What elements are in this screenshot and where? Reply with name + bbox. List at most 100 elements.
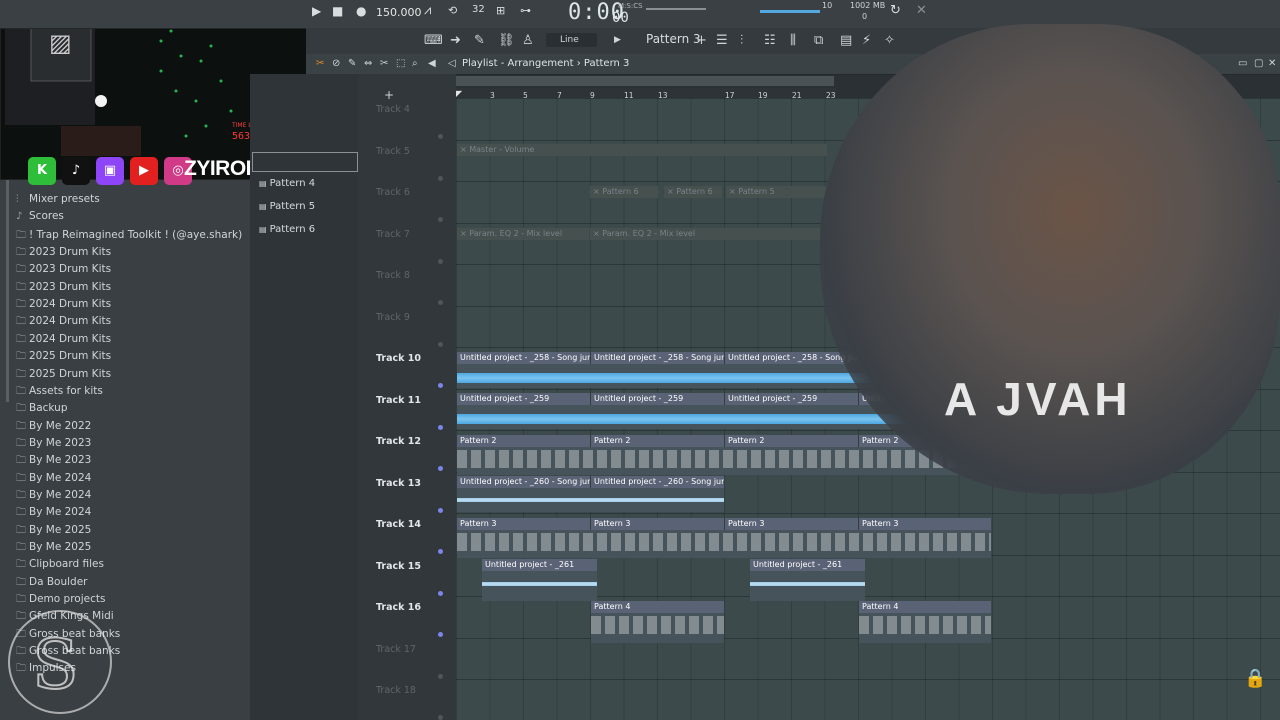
browser-item[interactable]: 🗀 Backup xyxy=(16,401,68,418)
browser-item[interactable]: 🗀 By Me 2022 xyxy=(16,419,91,436)
clip-title[interactable]: Untitled project - _258 - Song jump xyxy=(591,352,724,364)
speaker-icon[interactable]: ◀ xyxy=(428,58,436,69)
paint-tool-icon[interactable]: ✎ xyxy=(348,58,356,69)
clip-title[interactable]: Untitled project - _261 xyxy=(750,559,865,571)
browser-item[interactable]: 🗀 By Me 2023 xyxy=(16,436,91,453)
track-label[interactable]: Track 7 xyxy=(376,229,410,240)
track-mute-dot[interactable] xyxy=(438,424,443,430)
clip-title[interactable]: Untitled project - _260 - Song jump xyxy=(591,476,724,488)
browser-item[interactable]: ⫶ Mixer presets xyxy=(16,193,100,205)
clip-title[interactable]: Pattern 3 xyxy=(457,518,590,530)
browser-item[interactable]: 🗀 By Me 2025 xyxy=(16,523,91,540)
browser-scrollbar[interactable] xyxy=(6,176,9,402)
link-icon[interactable]: ⛓ xyxy=(498,33,515,48)
wrench-icon[interactable]: ✧ xyxy=(884,33,895,48)
kick-icon[interactable]: K xyxy=(28,157,56,185)
plugin-icon[interactable]: ▤ xyxy=(840,33,852,48)
clip-title[interactable]: Pattern 3 xyxy=(725,518,858,530)
stop-icon[interactable]: ■ xyxy=(332,4,343,18)
loop-record-icon[interactable]: ⟲ xyxy=(448,4,457,17)
track-label[interactable]: Track 18 xyxy=(376,685,416,696)
browser-item[interactable]: 🗀 2025 Drum Kits xyxy=(16,349,111,366)
clip-title[interactable]: × Pattern 6 xyxy=(590,186,658,198)
playlist-close-icon[interactable]: ✕ xyxy=(1268,58,1276,69)
metronome-icon[interactable]: ⩘ xyxy=(424,3,431,18)
browser-item[interactable]: 🗀 By Me 2025 xyxy=(16,540,91,557)
clip-title[interactable]: Pattern 3 xyxy=(859,518,991,530)
slice-tool-icon[interactable]: ✂ xyxy=(380,58,388,69)
clip-title[interactable]: Untitled project - _260 - Song jump xyxy=(457,476,590,488)
browser-item[interactable]: 🗀 2023 Drum Kits xyxy=(16,262,111,279)
track-label[interactable]: Track 10 xyxy=(376,353,421,364)
clip-title[interactable]: Pattern 2 xyxy=(725,435,858,447)
track-mute-dot[interactable] xyxy=(438,341,443,347)
close-icon[interactable]: ✕ xyxy=(916,3,927,18)
arrow-right-icon[interactable]: ➜ xyxy=(450,33,461,48)
browser-item[interactable]: ♪ Scores xyxy=(16,210,64,222)
stamp-icon[interactable]: ♙ xyxy=(522,33,534,48)
track-mute-dot[interactable] xyxy=(438,466,443,471)
track-mute-dot[interactable] xyxy=(438,549,443,554)
browser-item[interactable]: 🗀 2023 Drum Kits xyxy=(16,245,111,262)
zoom-tool-icon[interactable]: ⌕ xyxy=(412,58,418,69)
snap-selector[interactable]: Line xyxy=(546,33,597,47)
track-label[interactable]: Track 16 xyxy=(376,602,421,613)
browser-item[interactable]: 🗀 By Me 2023 xyxy=(16,453,91,470)
keyboard-icon[interactable]: ⌨ xyxy=(424,33,443,48)
pencil-icon[interactable]: ✎ xyxy=(474,33,485,48)
clip-title[interactable]: Untitled project - _258 - Song jump xyxy=(457,352,590,364)
clip-title[interactable]: Pattern 2 xyxy=(457,435,590,447)
browser-item[interactable]: 🗀 2025 Drum Kits xyxy=(16,367,111,384)
browser-item[interactable]: 🗀 By Me 2024 xyxy=(16,471,91,488)
clip-title[interactable]: Untitled project - _259 xyxy=(457,393,590,405)
clip-title[interactable]: Pattern 4 xyxy=(591,601,724,613)
wait-icon[interactable]: ⊶ xyxy=(520,4,531,17)
lock-icon[interactable]: 🔒 xyxy=(1244,668,1266,689)
track-label[interactable]: Track 11 xyxy=(376,395,421,406)
pattern-prev-icon[interactable]: ▶ xyxy=(614,35,621,45)
master-volume-slider[interactable] xyxy=(760,10,820,13)
browser-item[interactable]: 🗀 2024 Drum Kits xyxy=(16,332,111,349)
browser-item[interactable]: 🗀 Clipboard files xyxy=(16,557,104,574)
select-tool-icon[interactable]: ⬚ xyxy=(396,58,405,69)
pattern-picker-selection[interactable] xyxy=(252,152,358,172)
browser-item[interactable]: 🗀 Demo projects xyxy=(16,592,105,609)
clip-title[interactable]: Untitled project - _259 xyxy=(725,393,858,405)
clip-title[interactable]: × Master - Volume xyxy=(457,144,827,156)
track-mute-dot[interactable] xyxy=(438,632,443,637)
clip-title[interactable]: Pattern 3 xyxy=(591,518,724,530)
track-mute-dot[interactable] xyxy=(438,175,443,181)
track-mute-dot[interactable] xyxy=(438,507,443,513)
track-label[interactable]: Track 13 xyxy=(376,478,421,489)
browser-item[interactable]: 🗀 2024 Drum Kits xyxy=(16,297,111,314)
track-mute-dot[interactable] xyxy=(438,134,443,139)
pattern-item[interactable]: ▤ Pattern 5 xyxy=(259,201,315,212)
magnet-icon[interactable]: ✂ xyxy=(316,58,324,69)
track-mute-dot[interactable] xyxy=(438,715,443,720)
pattern-list-icon[interactable]: ☰ xyxy=(716,33,728,48)
track-label[interactable]: Track 12 xyxy=(376,436,421,447)
minimize-icon[interactable]: ▭ xyxy=(1238,58,1247,69)
channel-rack-icon[interactable]: ⫶ xyxy=(740,33,743,48)
maximize-icon[interactable]: ▢ xyxy=(1254,58,1263,69)
twitch-icon[interactable]: ▣ xyxy=(96,157,124,185)
clip-title[interactable]: × Param. EQ 2 - Mix level xyxy=(590,228,826,240)
clip-title[interactable]: Pattern 2 xyxy=(591,435,724,447)
clip-title[interactable]: Untitled project - _258 - Song jump xyxy=(725,352,858,364)
track-mute-dot[interactable] xyxy=(438,673,443,679)
record-icon[interactable]: ● xyxy=(356,4,366,18)
pattern-item[interactable]: ▤ Pattern 6 xyxy=(259,224,315,235)
pencil-tool-icon[interactable]: ⊘ xyxy=(332,58,340,69)
clip-title[interactable]: × Param. EQ 2 - Mix level xyxy=(457,228,589,240)
browser-item[interactable]: 🗀! Trap Reimagined Toolkit ! (@aye.shark… xyxy=(16,228,242,245)
browser-icon[interactable]: ⧉ xyxy=(814,33,823,48)
add-track-icon[interactable]: + xyxy=(384,88,394,102)
browser-item[interactable]: 🗀 By Me 2024 xyxy=(16,488,91,505)
browser-item[interactable]: 🗀 2023 Drum Kits xyxy=(16,280,111,297)
track-label[interactable]: Track 14 xyxy=(376,519,421,530)
song-position-slider[interactable] xyxy=(646,8,706,10)
track-label[interactable]: Track 5 xyxy=(376,146,410,157)
browser-item[interactable]: 🗀 2024 Drum Kits xyxy=(16,314,111,331)
clip-title[interactable]: × Pattern 5 xyxy=(726,186,826,198)
track-mute-dot[interactable] xyxy=(438,383,443,388)
